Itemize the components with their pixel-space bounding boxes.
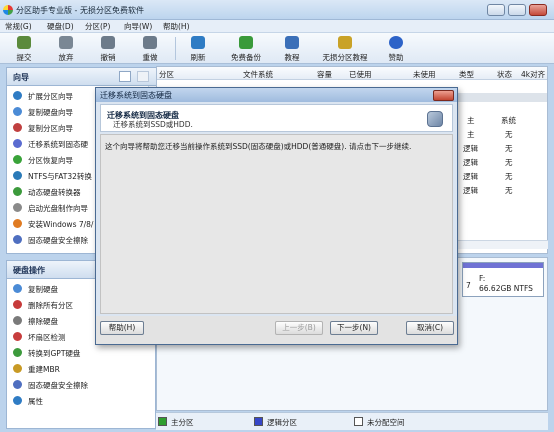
partition-tutorial-button[interactable]: 无损分区教程: [316, 34, 374, 63]
properties-icon: [13, 396, 22, 405]
disk-index: 7: [466, 281, 471, 290]
backup-icon: [239, 36, 253, 49]
col-unused[interactable]: 未使用: [413, 69, 436, 80]
collapse-icon[interactable]: [119, 71, 131, 82]
logical-swatch: [254, 417, 263, 426]
scroll-up-icon[interactable]: [137, 71, 149, 82]
cancel-button[interactable]: 取消(C): [406, 321, 454, 335]
disk-ops-title: 硬盘操作: [13, 266, 45, 275]
primary-swatch: [158, 417, 167, 426]
dialog-close-button[interactable]: [433, 90, 454, 101]
commit-button[interactable]: 提交: [10, 34, 38, 63]
col-type[interactable]: 类型: [459, 69, 474, 80]
table-cell-status: 无: [505, 158, 513, 167]
dialog-banner: 迁移系统到固态硬盘 迁移系统到SSD或HDD.: [100, 104, 453, 132]
convert-icon: [13, 171, 22, 180]
mbr-icon: [13, 364, 22, 373]
tutorial-button[interactable]: 教程: [278, 34, 306, 63]
dialog-instructions: 这个向导将帮助您迁移当前操作系统到SSD(固态硬盘)或HDD(普通硬盘). 请点…: [105, 142, 412, 151]
menu-partition[interactable]: 分区(P): [85, 21, 110, 32]
menu-wizard[interactable]: 向导(W): [124, 21, 152, 32]
bad-sector-icon: [13, 332, 22, 341]
close-button[interactable]: [529, 4, 547, 16]
tutorial-icon: [285, 36, 299, 49]
wipe-icon: [13, 316, 22, 325]
col-capacity[interactable]: 容量: [317, 69, 332, 80]
undo-icon: [101, 36, 115, 49]
heart-icon: [389, 36, 403, 49]
app-logo-icon: [3, 5, 13, 15]
partition-tutorial-icon: [338, 36, 352, 49]
dialog-body: 这个向导将帮助您迁移当前操作系统到SSD(固态硬盘)或HDD(普通硬盘). 请点…: [100, 134, 453, 314]
dialog-subheading: 迁移系统到SSD或HDD.: [113, 120, 193, 129]
col-status[interactable]: 状态: [497, 69, 512, 80]
boot-cd-icon: [13, 203, 22, 212]
table-cell-type: 逻辑: [463, 186, 478, 195]
title-bar: 分区助手专业版 - 无损分区免费软件: [0, 0, 554, 20]
menu-disk[interactable]: 硬盘(D): [47, 21, 74, 32]
table-cell-type: 主: [467, 116, 475, 125]
discard-button[interactable]: 放弃: [52, 34, 80, 63]
next-button[interactable]: 下一步(N): [330, 321, 378, 335]
copy-partition-icon: [13, 123, 22, 132]
menu-bar: 常规(G) 硬盘(D) 分区(P) 向导(W) 帮助(H): [0, 20, 554, 33]
migrate-disk-icon: [427, 111, 443, 127]
partition-size: 66.62GB NTFS: [479, 284, 533, 293]
table-cell-status: 无: [505, 186, 513, 195]
table-cell-type: 逻辑: [463, 158, 478, 167]
col-used[interactable]: 已使用: [349, 69, 372, 80]
table-cell-status: 无: [505, 130, 513, 139]
menu-help[interactable]: 帮助(H): [163, 21, 190, 32]
menu-general[interactable]: 常规(G): [5, 21, 32, 32]
col-filesystem[interactable]: 文件系统: [243, 69, 273, 80]
legend: 主分区 逻辑分区 未分配空间: [156, 412, 548, 430]
recovery-icon: [13, 155, 22, 164]
extend-icon: [13, 91, 22, 100]
redo-icon: [143, 36, 157, 49]
ssd-erase-icon: [13, 380, 22, 389]
free-backup-button[interactable]: 免费备份: [224, 34, 268, 63]
refresh-icon: [191, 36, 205, 49]
table-cell-type: 逻辑: [463, 144, 478, 153]
migrate-icon: [13, 139, 22, 148]
col-partition[interactable]: 分区: [159, 69, 174, 80]
table-cell-status: 无: [505, 144, 513, 153]
table-cell-status: 无: [505, 172, 513, 181]
col-4k-align[interactable]: 4k对齐: [521, 69, 547, 80]
windows-icon: [13, 219, 22, 228]
partition-block-f[interactable]: 7 F: 66.62GB NTFS: [462, 262, 544, 297]
delete-icon: [13, 300, 22, 309]
copy-disk-icon: [13, 107, 22, 116]
sponsor-button[interactable]: 赞助: [382, 34, 410, 63]
check-icon: [17, 36, 31, 49]
app-title: 分区助手专业版 - 无损分区免费软件: [16, 6, 144, 15]
back-button[interactable]: 上一步(B): [275, 321, 323, 335]
refresh-button[interactable]: 刷新: [184, 34, 212, 63]
migrate-os-dialog: 迁移系统到固态硬盘 迁移系统到固态硬盘 迁移系统到SSD或HDD. 这个向导将帮…: [95, 87, 458, 345]
partition-usage-bar: [463, 263, 543, 268]
maximize-button[interactable]: [508, 4, 526, 16]
table-cell-status: 系统: [501, 116, 516, 125]
dialog-footer: 帮助(H) 上一步(B) 下一步(N) 取消(C): [96, 316, 457, 344]
dialog-title: 迁移系统到固态硬盘: [100, 91, 172, 100]
wizard-panel-title: 向导: [13, 73, 29, 82]
toolbar-separator: [175, 37, 176, 60]
partition-drive-letter: F:: [479, 274, 486, 283]
undo-button[interactable]: 撤销: [94, 34, 122, 63]
table-cell-type: 主: [467, 130, 475, 139]
discard-icon: [59, 36, 73, 49]
convert-gpt-icon: [13, 348, 22, 357]
toolbar: 提交 放弃 撤销 重做 刷新 免费备份 教程 无损分区教程 赞助: [0, 33, 554, 64]
dialog-title-bar: 迁移系统到固态硬盘: [96, 88, 457, 102]
copy-disk-icon: [13, 284, 22, 293]
unallocated-swatch: [354, 417, 363, 426]
redo-button[interactable]: 重做: [136, 34, 164, 63]
ssd-erase-icon: [13, 235, 22, 244]
wizard-panel-header: 向导: [6, 67, 161, 86]
help-button[interactable]: 帮助(H): [100, 321, 144, 335]
table-cell-type: 逻辑: [463, 172, 478, 181]
table-header: 分区 文件系统 容量 已使用 未使用 类型 状态 4k对齐: [157, 67, 547, 80]
dynamic-disk-icon: [13, 187, 22, 196]
minimize-button[interactable]: [487, 4, 505, 16]
